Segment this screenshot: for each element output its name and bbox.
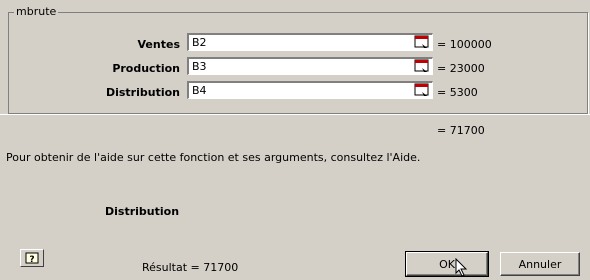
help-text: Pour obtenir de l'aide sur cette fonctio… [6, 151, 421, 164]
argument-description: Distribution [105, 205, 180, 218]
collapse-dialog-icon[interactable] [414, 83, 430, 97]
group-title: mbrute [14, 5, 59, 18]
distribution-input[interactable] [187, 81, 433, 99]
cancel-button[interactable]: Annuler [500, 252, 580, 276]
formula-result: Résultat = 71700 [142, 261, 239, 274]
svg-text:?: ? [29, 255, 34, 264]
collapse-dialog-icon[interactable] [414, 35, 430, 49]
collapse-dialog-icon[interactable] [414, 59, 430, 73]
arg-result-production: = 23000 [437, 62, 485, 75]
arg-label-ventes: Ventes [137, 38, 180, 51]
production-input[interactable] [187, 57, 433, 75]
arg-result-ventes: = 100000 [437, 38, 492, 51]
help-button[interactable]: ? [20, 249, 44, 267]
ok-button[interactable]: OK [405, 251, 489, 277]
arg-result-distribution: = 5300 [437, 86, 478, 99]
ventes-input[interactable] [187, 33, 433, 51]
formula-total: = 71700 [437, 124, 485, 137]
separator [0, 114, 590, 115]
arg-label-production: Production [112, 62, 180, 75]
arg-label-distribution: Distribution [105, 86, 180, 99]
help-icon: ? [25, 252, 39, 264]
